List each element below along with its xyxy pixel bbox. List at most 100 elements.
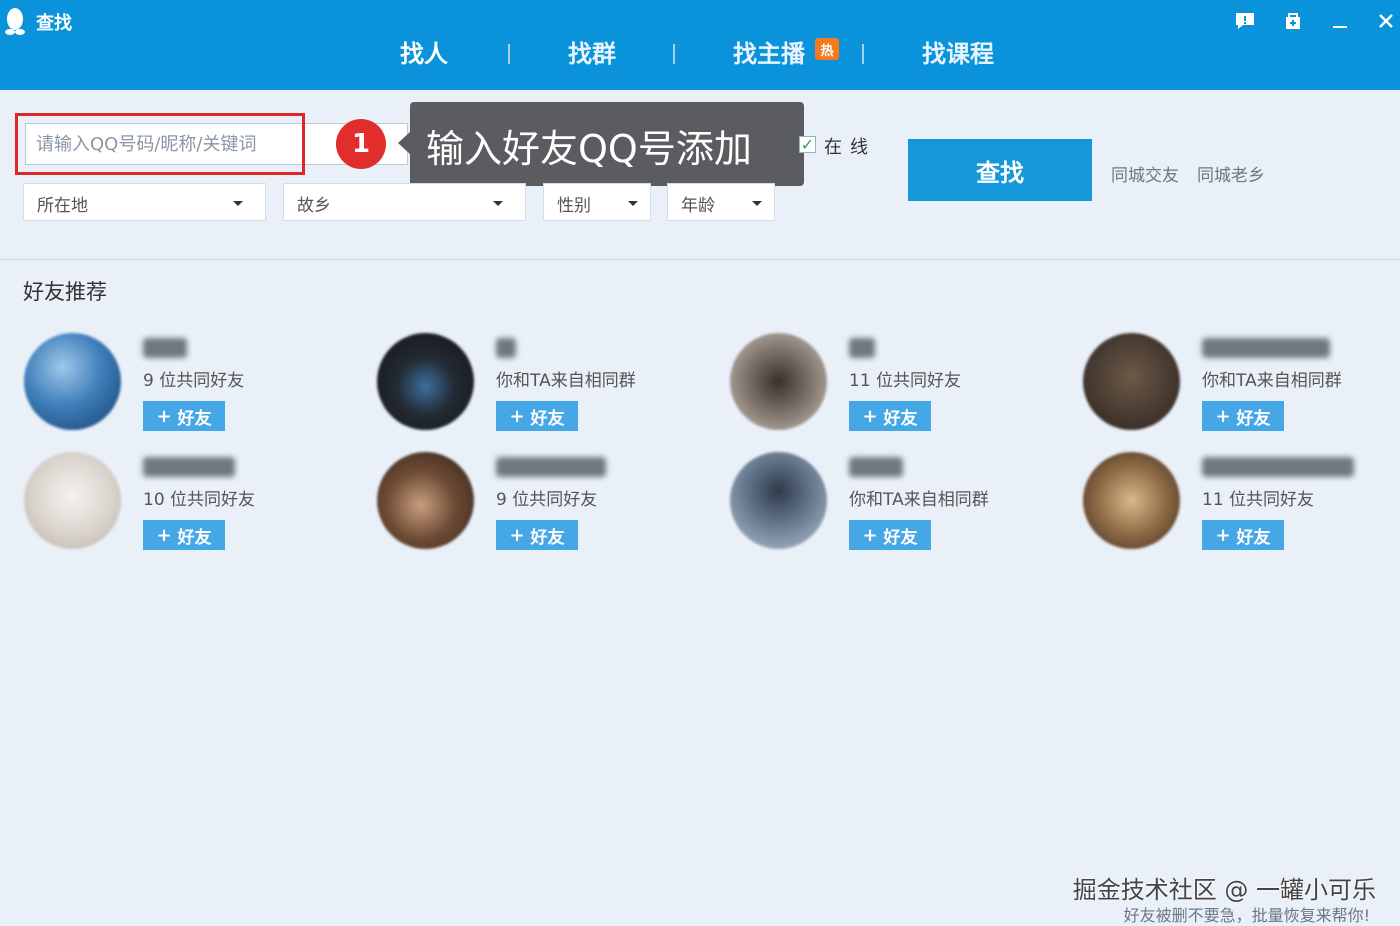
hometown-dropdown[interactable]: 故乡: [283, 183, 526, 221]
section-divider: [0, 259, 1400, 260]
friend-card: 10 位共同好友 + 好友: [24, 452, 364, 562]
gender-dropdown[interactable]: 性别: [543, 183, 651, 221]
caret-down-icon: [752, 201, 762, 206]
hot-badge: 热: [815, 38, 839, 60]
annotation-callout: 输入好友QQ号添加: [410, 102, 804, 186]
add-friend-label: 好友: [530, 408, 565, 429]
friend-card: 你和TA来自相同群 + 好友: [1083, 333, 1400, 443]
add-friend-button[interactable]: + 好友: [496, 401, 578, 431]
friend-name-blurred: [143, 338, 187, 358]
avatar[interactable]: [24, 452, 121, 549]
avatar[interactable]: [730, 333, 827, 430]
skin-button[interactable]: [1280, 8, 1306, 34]
mutual-friends-text: 11 位共同好友: [1202, 490, 1315, 510]
avatar[interactable]: [24, 333, 121, 430]
avatar[interactable]: [377, 452, 474, 549]
tab-find-people[interactable]: 找人: [400, 36, 448, 72]
dropdown-label: 故乡: [297, 196, 331, 216]
add-friend-button[interactable]: + 好友: [143, 401, 225, 431]
recommend-title: 好友推荐: [23, 280, 107, 304]
friend-card: 11 位共同好友 + 好友: [1083, 452, 1400, 562]
tab-divider: [862, 44, 864, 64]
mutual-friends-text: 你和TA来自相同群: [496, 371, 636, 391]
feedback-button[interactable]: [1232, 8, 1258, 34]
caret-down-icon: [628, 201, 638, 206]
title-bar: 查找 找人 找群 找主播 热 找课程: [0, 0, 1400, 90]
plus-icon: +: [509, 405, 525, 427]
plus-icon: +: [509, 524, 525, 546]
feedback-icon: [1236, 13, 1254, 29]
tab-find-streamer[interactable]: 找主播: [733, 36, 805, 72]
friend-name-blurred: [849, 338, 875, 358]
add-friend-button[interactable]: + 好友: [849, 401, 931, 431]
mutual-friends-text: 你和TA来自相同群: [849, 490, 989, 510]
avatar[interactable]: [1083, 452, 1180, 549]
avatar[interactable]: [730, 452, 827, 549]
dropdown-label: 性别: [557, 196, 591, 216]
skin-icon: [1286, 13, 1300, 29]
close-button[interactable]: [1373, 8, 1399, 34]
friend-card: 9 位共同好友 + 好友: [24, 333, 364, 443]
add-friend-button[interactable]: + 好友: [496, 520, 578, 550]
friend-name-blurred: [1202, 457, 1354, 477]
mutual-friends-text: 你和TA来自相同群: [1202, 371, 1342, 391]
caret-down-icon: [493, 201, 503, 206]
plus-icon: +: [1215, 405, 1231, 427]
friend-name-blurred: [849, 457, 903, 477]
avatar[interactable]: [1083, 333, 1180, 430]
add-friend-label: 好友: [1236, 408, 1271, 429]
friend-name-blurred: [143, 457, 235, 477]
add-friend-label: 好友: [177, 527, 212, 548]
tab-find-course[interactable]: 找课程: [922, 36, 994, 72]
tab-bar: 找人 找群 找主播 热 找课程: [0, 36, 1400, 76]
dropdown-label: 所在地: [37, 196, 88, 216]
mutual-friends-text: 11 位共同好友: [849, 371, 962, 391]
add-friend-button[interactable]: + 好友: [143, 520, 225, 550]
add-friend-label: 好友: [530, 527, 565, 548]
friend-name-blurred: [496, 338, 516, 358]
minimize-icon: [1333, 26, 1347, 28]
watermark: 掘金技术社区 @ 一罐小可乐: [1072, 876, 1376, 904]
hometown-friends-link[interactable]: 同城老乡: [1197, 161, 1265, 186]
add-friend-button[interactable]: + 好友: [849, 520, 931, 550]
add-friend-label: 好友: [883, 408, 918, 429]
plus-icon: +: [862, 405, 878, 427]
window-title: 查找: [36, 13, 72, 34]
friend-card: 你和TA来自相同群 + 好友: [377, 333, 717, 443]
avatar[interactable]: [377, 333, 474, 430]
plus-icon: +: [862, 524, 878, 546]
plus-icon: +: [156, 405, 172, 427]
tab-find-group[interactable]: 找群: [568, 36, 616, 72]
same-city-friends-link[interactable]: 同城交友: [1111, 161, 1179, 186]
watermark-subtitle: 好友被删不要急，批量恢复来帮你!: [1123, 906, 1370, 925]
caret-down-icon: [233, 201, 243, 206]
annotation-step-badge: 1: [336, 119, 386, 169]
minimize-button[interactable]: [1327, 8, 1353, 34]
age-dropdown[interactable]: 年龄: [667, 183, 775, 221]
plus-icon: +: [1215, 524, 1231, 546]
location-dropdown[interactable]: 所在地: [23, 183, 266, 221]
plus-icon: +: [156, 524, 172, 546]
search-button[interactable]: 查找: [908, 139, 1092, 201]
add-friend-label: 好友: [1236, 527, 1271, 548]
online-label: 在线: [824, 137, 876, 158]
add-friend-button[interactable]: + 好友: [1202, 401, 1284, 431]
friend-card: 11 位共同好友 + 好友: [730, 333, 1070, 443]
tab-divider: [508, 44, 510, 64]
friend-card: 9 位共同好友 + 好友: [377, 452, 717, 562]
add-friend-label: 好友: [177, 408, 212, 429]
online-checkbox[interactable]: ✓: [799, 136, 816, 153]
annotation-highlight-box: [15, 113, 305, 175]
tab-divider: [673, 44, 675, 64]
close-icon: [1379, 14, 1393, 28]
add-friend-button[interactable]: + 好友: [1202, 520, 1284, 550]
friend-name-blurred: [1202, 338, 1330, 358]
annotation-callout-text: 输入好友QQ号添加: [426, 127, 752, 171]
mutual-friends-text: 10 位共同好友: [143, 490, 256, 510]
add-friend-label: 好友: [883, 527, 918, 548]
qq-penguin-icon: [5, 8, 25, 35]
mutual-friends-text: 9 位共同好友: [496, 490, 598, 510]
dropdown-label: 年龄: [681, 196, 715, 216]
friend-name-blurred: [496, 457, 606, 477]
friend-card: 你和TA来自相同群 + 好友: [730, 452, 1070, 562]
